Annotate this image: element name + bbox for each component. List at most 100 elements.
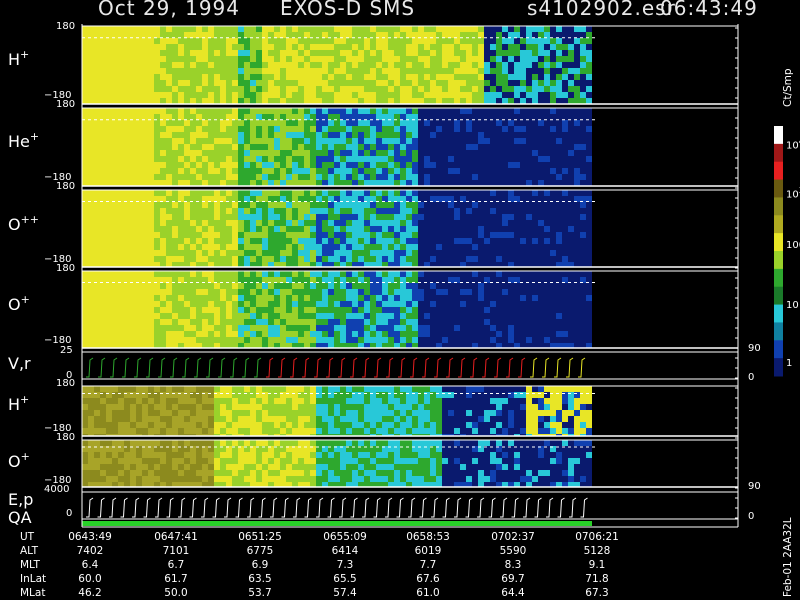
- heatmap-cell: [334, 428, 340, 434]
- heatmap-cell: [514, 307, 520, 313]
- heatmap-cell: [550, 190, 556, 196]
- heatmap-cell: [100, 244, 106, 250]
- heatmap-cell: [154, 132, 160, 138]
- heatmap-cell: [112, 62, 118, 68]
- heatmap-cell: [112, 250, 118, 256]
- heatmap-cell: [280, 50, 286, 56]
- heatmap-cell: [184, 126, 190, 132]
- heatmap-cell: [196, 301, 202, 307]
- heatmap-cell: [226, 68, 232, 74]
- heatmap-cell: [298, 398, 304, 404]
- heatmap-cell: [244, 32, 250, 38]
- heatmap-cell: [562, 138, 568, 144]
- heatmap-cell: [544, 301, 550, 307]
- heatmap-cell: [454, 180, 460, 186]
- heatmap-cell: [382, 92, 388, 98]
- heatmap-cell: [478, 74, 484, 80]
- heatmap-cell: [394, 404, 400, 410]
- heatmap-cell: [280, 56, 286, 62]
- heatmap-cell: [118, 126, 124, 132]
- heatmap-cell: [82, 98, 88, 104]
- heatmap-cell: [304, 410, 310, 416]
- heatmap-cell: [406, 337, 412, 343]
- heatmap-cell: [106, 68, 112, 74]
- heatmap-cell: [118, 56, 124, 62]
- heatmap-cell: [412, 62, 418, 68]
- heatmap-cell: [160, 208, 166, 214]
- heatmap-cell: [304, 250, 310, 256]
- heatmap-cell: [232, 214, 238, 220]
- heatmap-cell: [526, 226, 532, 232]
- heatmap-cell: [334, 150, 340, 156]
- heatmap-cell: [508, 313, 514, 319]
- heatmap-cell: [436, 325, 442, 331]
- heatmap-cell: [370, 98, 376, 104]
- heatmap-cell: [466, 168, 472, 174]
- heatmap-cell: [250, 32, 256, 38]
- heatmap-cell: [376, 180, 382, 186]
- heatmap-cell: [256, 428, 262, 434]
- heatmap-cell: [340, 114, 346, 120]
- heatmap-cell: [280, 74, 286, 80]
- heatmap-cell: [472, 68, 478, 74]
- heatmap-cell: [304, 80, 310, 86]
- heatmap-cell: [214, 132, 220, 138]
- heatmap-cell: [508, 50, 514, 56]
- heatmap-cell: [478, 38, 484, 44]
- heatmap-cell: [394, 238, 400, 244]
- heatmap-cell: [526, 150, 532, 156]
- heatmap-cell: [580, 250, 586, 256]
- heatmap-cell: [100, 56, 106, 62]
- heatmap-cell: [436, 319, 442, 325]
- heatmap-cell: [88, 244, 94, 250]
- heatmap-cell: [520, 50, 526, 56]
- heatmap-cell: [160, 56, 166, 62]
- heatmap-cell: [514, 86, 520, 92]
- heatmap-cell: [268, 295, 274, 301]
- heatmap-cell: [352, 138, 358, 144]
- heatmap-cell: [184, 232, 190, 238]
- heatmap-cell: [220, 250, 226, 256]
- heatmap-cell: [520, 86, 526, 92]
- heatmap-cell: [436, 250, 442, 256]
- heatmap-cell: [472, 50, 478, 56]
- heatmap-cell: [556, 226, 562, 232]
- heatmap-cell: [442, 428, 448, 434]
- heatmap-cell: [394, 208, 400, 214]
- heatmap-cell: [130, 325, 136, 331]
- heatmap-cell: [232, 331, 238, 337]
- heatmap-cell: [244, 220, 250, 226]
- heatmap-cell: [136, 98, 142, 104]
- heatmap-cell: [88, 98, 94, 104]
- heatmap-cell: [406, 307, 412, 313]
- heatmap-cell: [556, 232, 562, 238]
- heatmap-cell: [226, 337, 232, 343]
- heatmap-cell: [388, 244, 394, 250]
- heatmap-cell: [250, 295, 256, 301]
- heatmap-cell: [172, 180, 178, 186]
- heatmap-cell: [514, 337, 520, 343]
- heatmap-cell: [124, 337, 130, 343]
- heatmap-cell: [142, 410, 148, 416]
- heatmap-cell: [454, 271, 460, 277]
- heatmap-cell: [508, 238, 514, 244]
- heatmap-cell: [328, 44, 334, 50]
- heatmap-cell: [328, 404, 334, 410]
- heatmap-cell: [112, 138, 118, 144]
- heatmap-cell: [202, 214, 208, 220]
- heatmap-cell: [100, 190, 106, 196]
- heatmap-cell: [394, 180, 400, 186]
- heatmap-cell: [304, 386, 310, 392]
- heatmap-cell: [472, 86, 478, 92]
- heatmap-cell: [310, 138, 316, 144]
- heatmap-cell: [454, 313, 460, 319]
- heatmap-cell: [472, 108, 478, 114]
- heatmap-cell: [100, 62, 106, 68]
- heatmap-cell: [250, 313, 256, 319]
- heatmap-cell: [574, 162, 580, 168]
- heatmap-cell: [148, 325, 154, 331]
- heatmap-cell: [106, 56, 112, 62]
- heatmap-cell: [358, 214, 364, 220]
- heatmap-cell: [406, 256, 412, 262]
- heatmap-cell: [130, 132, 136, 138]
